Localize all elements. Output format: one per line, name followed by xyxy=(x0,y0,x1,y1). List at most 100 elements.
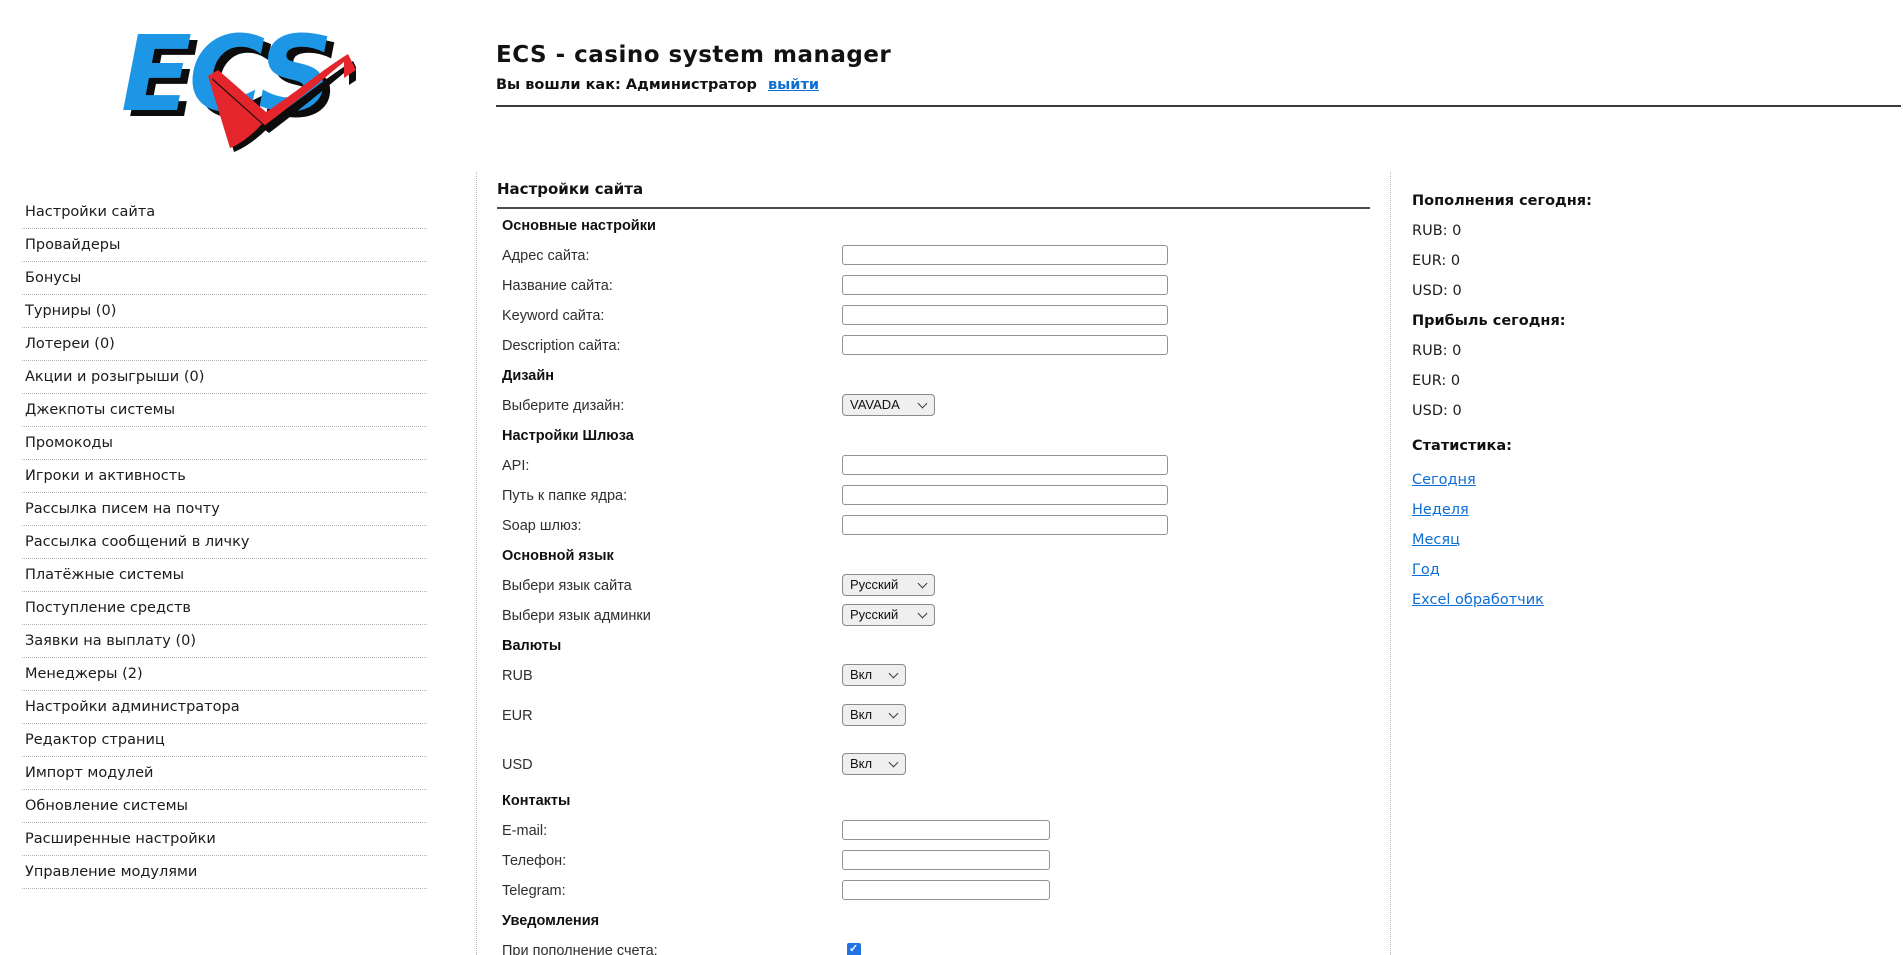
site-address-row: Адрес сайта: xyxy=(497,245,1377,267)
site-keyword-input[interactable] xyxy=(842,305,1168,325)
deposits-rub: RUB: 0 xyxy=(1412,223,1462,239)
site-address-label: Адрес сайта: xyxy=(502,248,590,264)
notify-on-deposit-row: При пополнение счета: xyxy=(497,941,1377,955)
notify-on-deposit-checkbox[interactable] xyxy=(847,942,861,955)
login-prefix: Вы вошли как: Администратор xyxy=(496,77,757,93)
stats-link-excel: Excel обработчик xyxy=(1412,585,1882,615)
sidebar-item-page-editor[interactable]: Редактор страниц xyxy=(22,724,427,757)
soap-gateway-row: Soap шлюз: xyxy=(497,515,1377,537)
sidebar-item-payment-systems[interactable]: Платёжные системы xyxy=(22,559,427,592)
sidebar-item-players-activity[interactable]: Игроки и активность xyxy=(22,460,427,493)
admin-language-select[interactable]: Русский xyxy=(842,604,935,626)
content-title-divider xyxy=(497,207,1370,209)
sidebar-item-incoming-funds[interactable]: Поступление средств xyxy=(22,592,427,625)
telegram-label: Telegram: xyxy=(502,883,566,899)
sidebar-item-promotions[interactable]: Акции и розыгрыши (0) xyxy=(22,361,427,394)
stats-link-month: Месяц xyxy=(1412,525,1882,555)
sidebar-item-pm-broadcast[interactable]: Рассылка сообщений в личку xyxy=(22,526,427,559)
section-contacts-label: Контакты xyxy=(502,793,571,809)
site-description-label: Description сайта: xyxy=(502,338,621,354)
section-notifications: Уведомления xyxy=(497,911,1377,932)
section-design: Дизайн xyxy=(497,366,1377,387)
design-row: Выберите дизайн: VAVADA xyxy=(497,394,1377,417)
telegram-input[interactable] xyxy=(842,880,1050,900)
page-title: ECS - casino system manager xyxy=(496,42,892,68)
phone-row: Телефон: xyxy=(497,850,1377,872)
chevron-down-icon xyxy=(888,757,899,768)
ecs-logo: ECS ECS xyxy=(121,13,356,152)
section-basic-settings: Основные настройки xyxy=(497,216,1377,237)
chevron-down-icon xyxy=(917,398,928,409)
profit-eur: EUR: 0 xyxy=(1412,373,1461,389)
sidebar-item-site-settings[interactable]: Настройки сайта xyxy=(22,196,427,229)
sidebar-item-promocodes[interactable]: Промокоды xyxy=(22,427,427,460)
phone-input[interactable] xyxy=(842,850,1050,870)
sidebar-item-managers[interactable]: Менеджеры (2) xyxy=(22,658,427,691)
stats-link-week[interactable]: Неделя xyxy=(1412,502,1469,518)
stats-link-year[interactable]: Год xyxy=(1412,562,1440,578)
chevron-down-icon xyxy=(888,708,899,719)
soap-gateway-label: Soap шлюз: xyxy=(502,518,582,534)
deposits-today-heading: Пополнения сегодня: xyxy=(1412,193,1592,209)
email-input[interactable] xyxy=(842,820,1050,840)
sidebar-item-lotteries[interactable]: Лотереи (0) xyxy=(22,328,427,361)
sidebar-item-providers[interactable]: Провайдеры xyxy=(22,229,427,262)
site-language-selected-value: Русский xyxy=(850,577,899,592)
site-language-label: Выбери язык сайта xyxy=(502,578,632,594)
api-row: API: xyxy=(497,455,1377,477)
core-path-label: Путь к папке ядра: xyxy=(502,488,628,504)
admin-language-row: Выбери язык админки Русский xyxy=(497,604,1377,627)
sidebar-item-advanced-settings[interactable]: Расширенные настройки xyxy=(22,823,427,856)
site-name-input[interactable] xyxy=(842,275,1168,295)
chevron-down-icon xyxy=(917,608,928,619)
api-input[interactable] xyxy=(842,455,1168,475)
currency-usd-row: USD Вкл xyxy=(497,753,1377,776)
sidebar-item-tournaments[interactable]: Турниры (0) xyxy=(22,295,427,328)
stats-link-today[interactable]: Сегодня xyxy=(1412,472,1476,488)
stats-link-today: Сегодня xyxy=(1412,465,1882,495)
sidebar-item-payout-requests[interactable]: Заявки на выплату (0) xyxy=(22,625,427,658)
admin-language-selected-value: Русский xyxy=(850,607,899,622)
sidebar-item-module-management[interactable]: Управление модулями xyxy=(22,856,427,889)
sidebar-item-system-update[interactable]: Обновление системы xyxy=(22,790,427,823)
core-path-row: Путь к папке ядра: xyxy=(497,485,1377,507)
site-description-row: Description сайта: xyxy=(497,335,1377,357)
sidebar-menu: Настройки сайта Провайдеры Бонусы Турниры (… xyxy=(22,196,427,889)
content-title: Настройки сайта xyxy=(497,180,644,198)
section-gateway-label: Настройки Шлюза xyxy=(502,428,634,444)
currency-usd-select[interactable]: Вкл xyxy=(842,753,906,775)
admin-language-label: Выбери язык админки xyxy=(502,608,651,624)
currency-rub-select[interactable]: Вкл xyxy=(842,664,906,686)
section-basic-settings-label: Основные настройки xyxy=(502,218,656,234)
stats-link-month[interactable]: Месяц xyxy=(1412,532,1460,548)
profit-today-heading: Прибыль сегодня: xyxy=(1412,313,1566,329)
logout-link[interactable]: выйти xyxy=(768,77,819,93)
site-description-input[interactable] xyxy=(842,335,1168,355)
design-label: Выберите дизайн: xyxy=(502,398,625,414)
site-language-select[interactable]: Русский xyxy=(842,574,935,596)
sidebar-item-module-import[interactable]: Импорт модулей xyxy=(22,757,427,790)
profit-rub: RUB: 0 xyxy=(1412,343,1462,359)
design-select[interactable]: VAVADA xyxy=(842,394,935,416)
header-divider xyxy=(496,105,1901,107)
currency-eur-select[interactable]: Вкл xyxy=(842,704,906,726)
deposits-eur: EUR: 0 xyxy=(1412,253,1461,269)
login-status: Вы вошли как: Администратор выйти xyxy=(496,77,819,93)
site-name-label: Название сайта: xyxy=(502,278,613,294)
sidebar-item-mail-broadcast[interactable]: Рассылка писем на почту xyxy=(22,493,427,526)
email-label: E-mail: xyxy=(502,823,548,839)
sidebar-item-bonuses[interactable]: Бонусы xyxy=(22,262,427,295)
site-address-input[interactable] xyxy=(842,245,1168,265)
chevron-down-icon xyxy=(888,668,899,679)
sidebar-item-system-jackpots[interactable]: Джекпоты системы xyxy=(22,394,427,427)
left-content-divider xyxy=(476,172,477,955)
soap-gateway-input[interactable] xyxy=(842,515,1168,535)
stats-link-excel[interactable]: Excel обработчик xyxy=(1412,592,1544,608)
notify-on-deposit-label: При пополнение счета: xyxy=(502,943,658,955)
sidebar-item-admin-settings[interactable]: Настройки администратора xyxy=(22,691,427,724)
core-path-input[interactable] xyxy=(842,485,1168,505)
section-design-label: Дизайн xyxy=(502,368,554,384)
site-keyword-row: Keyword сайта: xyxy=(497,305,1377,327)
statistics-heading: Статистика: xyxy=(1412,438,1512,454)
design-selected-value: VAVADA xyxy=(850,397,900,412)
